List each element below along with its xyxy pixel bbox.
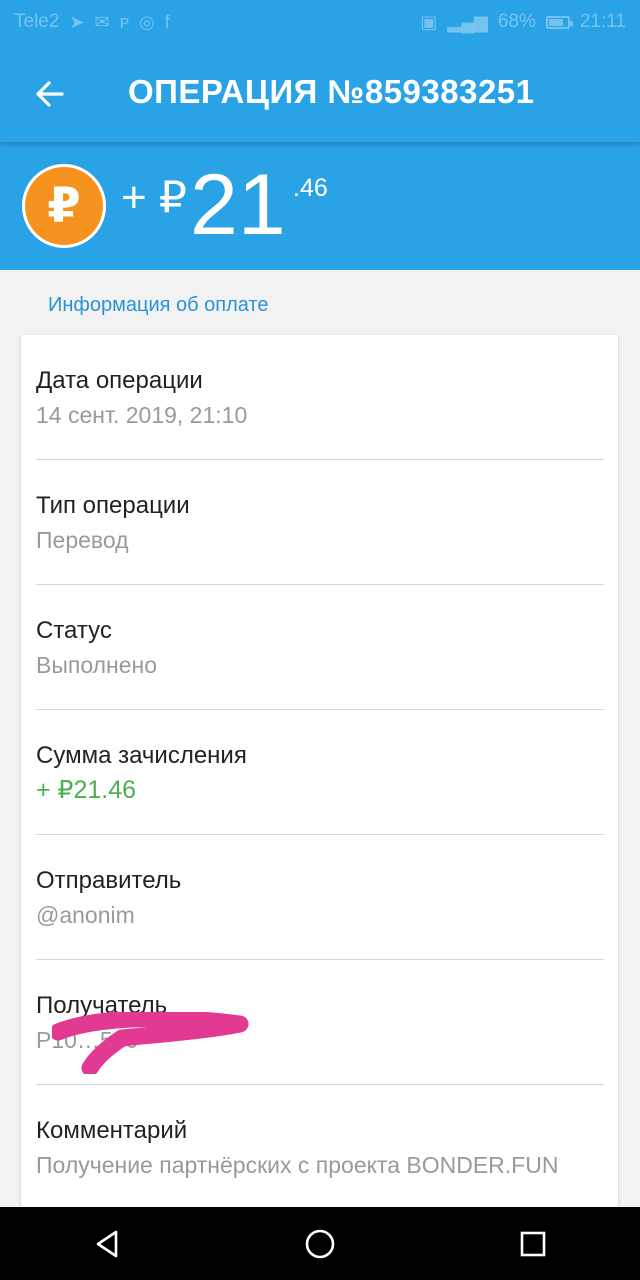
ruble-coin-icon: ₽ (22, 164, 106, 248)
detail-row-type: Тип операции Перевод (36, 460, 604, 585)
detail-value: Выполнено (36, 652, 158, 678)
back-button[interactable] (30, 74, 70, 114)
detail-value: Перевод (36, 527, 129, 553)
carrier-label: Tele2 (14, 11, 60, 32)
system-nav-bar (0, 1207, 640, 1280)
clock: 21:11 (579, 11, 626, 32)
triangle-back-icon (96, 1230, 117, 1257)
telegram-icon: ➤ (69, 11, 85, 32)
credited-amount: + ₽21.46 (36, 776, 137, 804)
detail-label: Тип операции (36, 492, 190, 519)
circle-home-icon (305, 1229, 335, 1258)
details-card: Дата операции 14 сент. 2019, 21:10 Тип о… (21, 335, 618, 1235)
section-title: Информация об оплате (48, 294, 269, 316)
battery-percent: 68% (497, 11, 536, 32)
detail-row-date: Дата операции 14 сент. 2019, 21:10 (36, 335, 604, 460)
detail-value: 14 сент. 2019, 21:10 (36, 402, 248, 428)
detail-row-comment: Комментарий Получение партнёрских с прое… (36, 1085, 604, 1210)
detail-label: Отправитель (36, 867, 182, 894)
page-title: ОПЕРАЦИЯ №859383251 (128, 73, 535, 110)
status-bar: Tele2 ➤ ✉ ᴘ ◎ f ▣ ▂▄▆ 68% 21:11 (0, 0, 640, 44)
payment-app-icon: ᴘ (119, 11, 129, 32)
app-bar: ОПЕРАЦИЯ №859383251 (0, 44, 640, 142)
arrow-back-icon (36, 81, 64, 107)
amount-value: 21 (190, 157, 286, 253)
signal-icon: ▂▄▆ (447, 11, 488, 32)
nav-back-button[interactable] (77, 1214, 137, 1274)
mail-icon: ✉ (94, 11, 110, 32)
amount-header: ₽ + ₽ 21 .46 (0, 142, 640, 270)
detail-row-sender: Отправитель @anonim (36, 835, 604, 960)
detail-row-recipient: Получатель P10…530 (36, 960, 604, 1085)
battery-icon (545, 15, 573, 29)
amount-cents: .46 (293, 174, 328, 202)
detail-label: Статус (36, 617, 112, 644)
detail-row-status: Статус Выполнено (36, 585, 604, 710)
detail-row-amount: Сумма зачисления + ₽21.46 (36, 710, 604, 835)
detail-value: @anonim (36, 902, 135, 928)
detail-label: Дата операции (36, 367, 203, 394)
nav-recents-button[interactable] (503, 1214, 563, 1274)
nav-home-button[interactable] (290, 1214, 350, 1274)
detail-label: Комментарий (36, 1117, 188, 1144)
notification-app-icon: ◎ (139, 11, 155, 32)
square-recents-icon (521, 1231, 546, 1256)
detail-label: Получатель (36, 992, 168, 1019)
amount-prefix: + ₽ (121, 173, 187, 222)
facebook-icon: f (164, 11, 170, 32)
nfc-icon: ▣ (420, 11, 438, 32)
detail-label: Сумма зачисления (36, 742, 247, 769)
detail-value: P10…530 (36, 1027, 139, 1053)
detail-value: Получение партнёрских с проекта BONDER.F… (36, 1152, 559, 1178)
